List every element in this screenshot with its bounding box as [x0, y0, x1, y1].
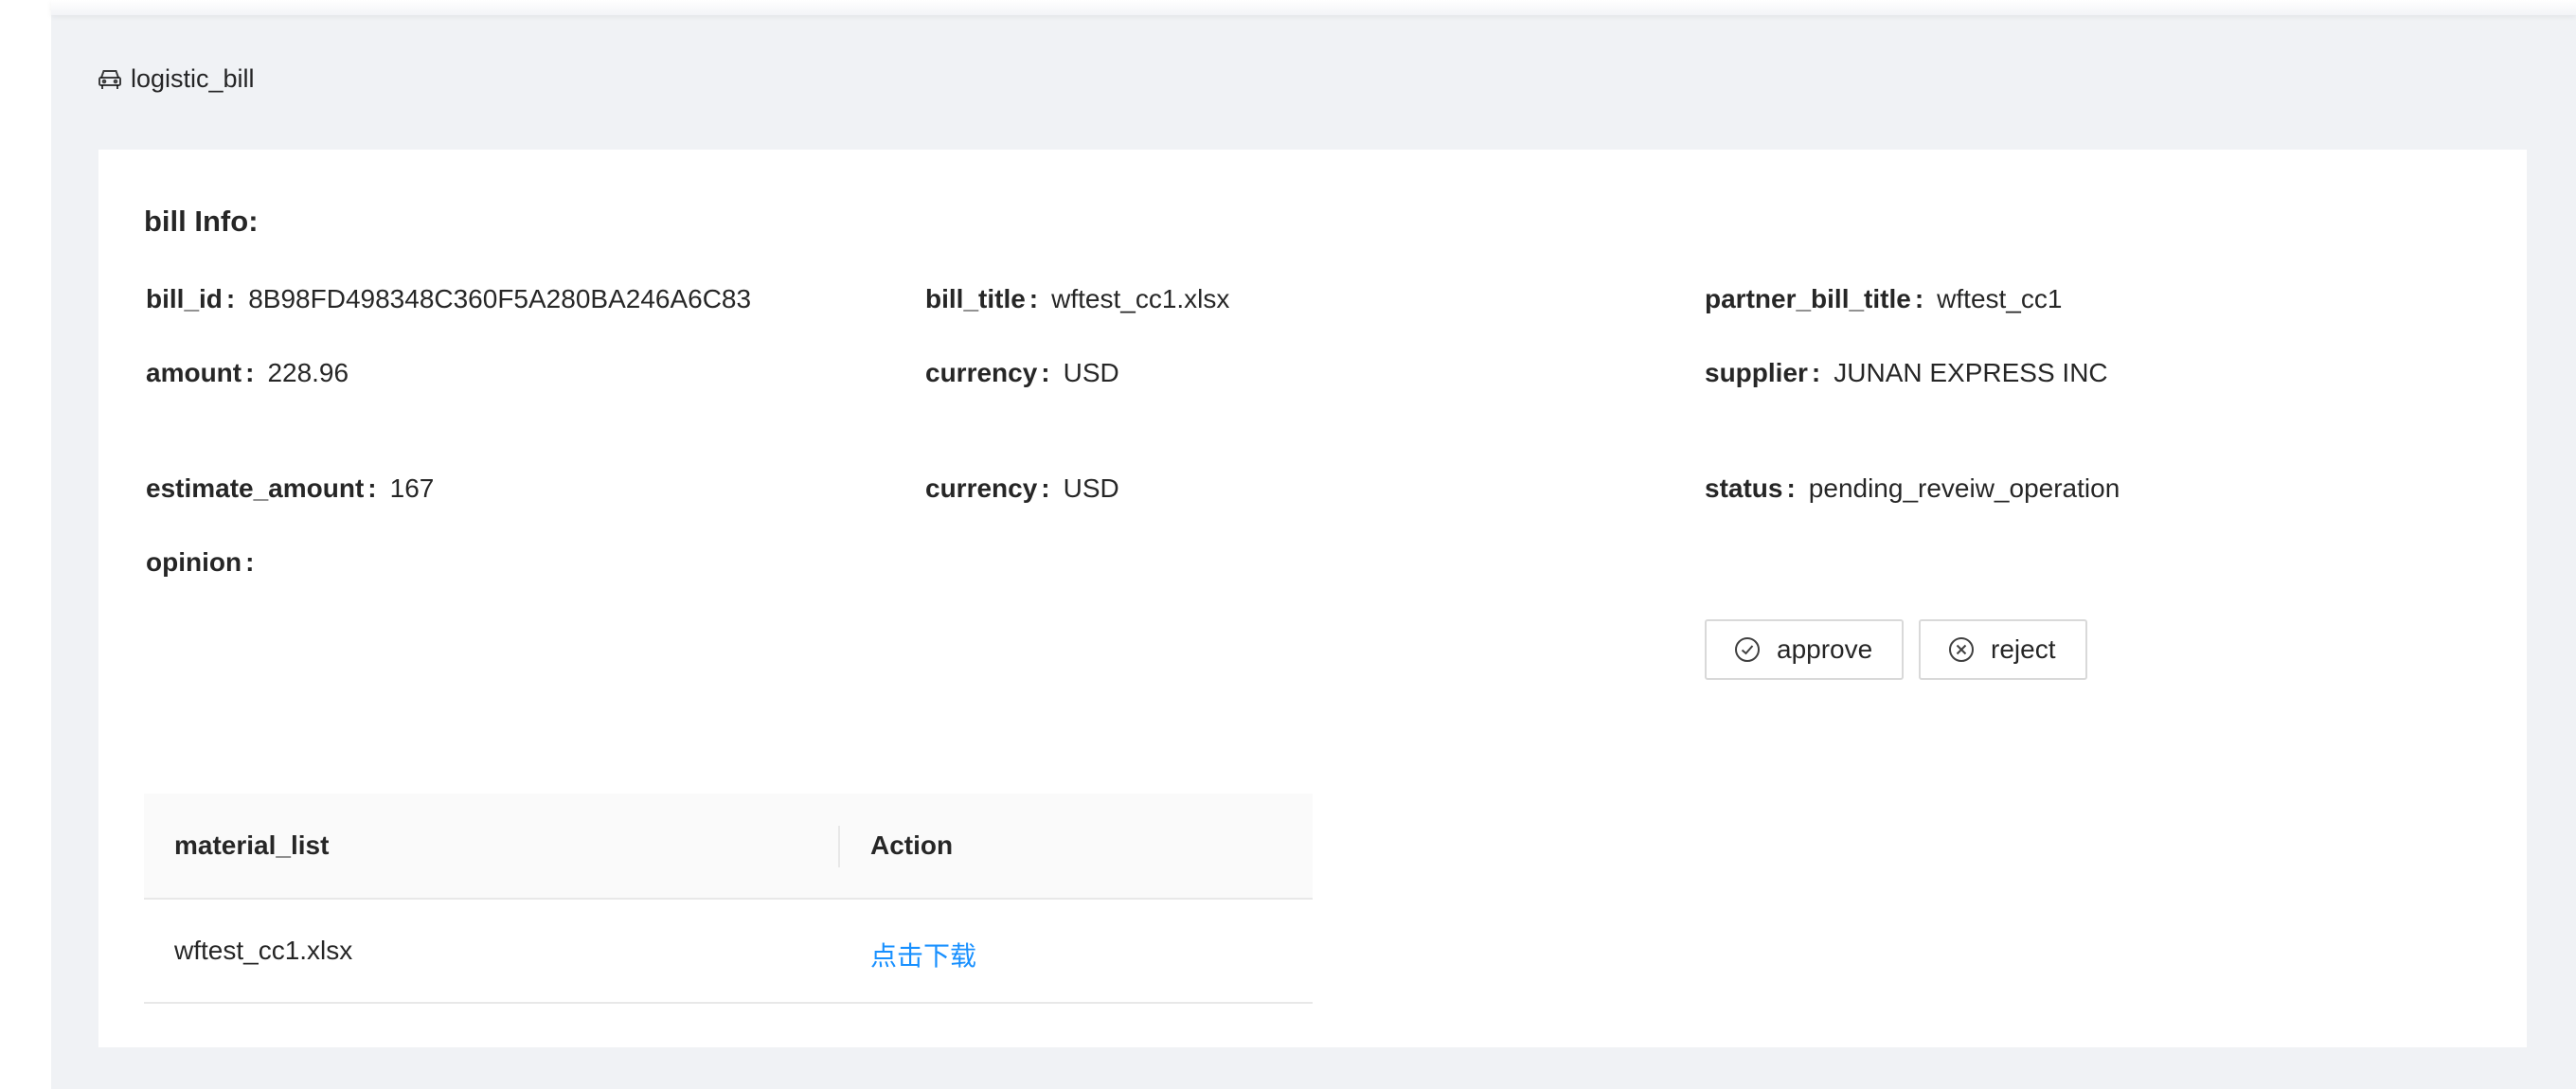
field-amount: amount : 228.96 [146, 358, 349, 388]
field-estimate-amount: estimate_amount : 167 [146, 473, 434, 504]
field-label: opinion [146, 547, 242, 577]
field-value: 8B98FD498348C360F5A280BA246A6C83 [248, 284, 752, 313]
field-label: bill_id [146, 284, 223, 313]
field-colon: : [1029, 284, 1039, 313]
field-colon: : [1041, 358, 1050, 387]
close-circle-icon [1947, 635, 1976, 664]
field-label: status [1705, 473, 1783, 503]
field-value: wftest_cc1 [1937, 284, 2063, 313]
field-label: currency [925, 358, 1038, 387]
field-label: supplier [1705, 358, 1808, 387]
field-supplier: supplier : JUNAN EXPRESS INC [1705, 358, 2108, 388]
download-link[interactable]: 点击下载 [870, 936, 976, 973]
check-circle-icon [1733, 635, 1762, 664]
left-sidebar-strip [0, 0, 51, 1089]
approve-label: approve [1777, 634, 1873, 664]
field-colon: : [1914, 284, 1924, 313]
car-icon [97, 66, 123, 93]
table-header: material_list Action [144, 794, 1313, 900]
field-value: JUNAN EXPRESS INC [1834, 358, 2108, 387]
column-header-action: Action [870, 830, 954, 860]
field-label: amount [146, 358, 242, 387]
field-bill-id: bill_id : 8B98FD498348C360F5A280BA246A6C… [146, 284, 751, 314]
field-label: partner_bill_title [1705, 284, 1911, 313]
card-title: bill Info: [144, 205, 259, 238]
field-colon: : [367, 473, 377, 503]
field-estimate-currency: currency : USD [925, 473, 1119, 504]
material-table: material_list Action wftest_cc1.xlsx 点击下… [144, 794, 1313, 1004]
field-label: bill_title [925, 284, 1026, 313]
field-status: status : pending_reveiw_operation [1705, 473, 2120, 504]
field-bill-title: bill_title : wftest_cc1.xlsx [925, 284, 1229, 314]
column-divider [838, 826, 840, 867]
field-colon: : [225, 284, 236, 313]
field-colon: : [245, 547, 255, 577]
reject-label: reject [1991, 634, 2056, 664]
field-value: 228.96 [267, 358, 349, 387]
field-value: wftest_cc1.xlsx [1051, 284, 1230, 313]
field-partner-bill-title: partner_bill_title : wftest_cc1 [1705, 284, 2062, 314]
approve-button[interactable]: approve [1705, 619, 1904, 680]
material-file-name: wftest_cc1.xlsx [174, 936, 353, 965]
column-header-material-list: material_list [174, 830, 330, 860]
field-colon: : [1786, 473, 1796, 503]
field-colon: : [1041, 473, 1050, 503]
status-value: pending_reveiw_operation [1808, 473, 2120, 503]
field-value: USD [1063, 473, 1119, 503]
field-currency: currency : USD [925, 358, 1119, 388]
header-bar [51, 0, 2576, 15]
field-value: USD [1063, 358, 1119, 387]
field-label: estimate_amount [146, 473, 365, 503]
bill-info-card: bill Info: bill_id : 8B98FD498348C360F5A… [98, 150, 2527, 1047]
field-opinion: opinion : [146, 547, 267, 578]
main-content: logistic_bill bill Info: bill_id : 8B98F… [51, 0, 2576, 1089]
table-row: wftest_cc1.xlsx 点击下载 [144, 900, 1313, 1004]
field-colon: : [1811, 358, 1821, 387]
field-value: 167 [389, 473, 435, 503]
breadcrumb-label: logistic_bill [131, 64, 255, 93]
field-label: currency [925, 473, 1038, 503]
breadcrumb: logistic_bill [97, 64, 255, 94]
field-colon: : [245, 358, 255, 387]
reject-button[interactable]: reject [1919, 619, 2087, 680]
